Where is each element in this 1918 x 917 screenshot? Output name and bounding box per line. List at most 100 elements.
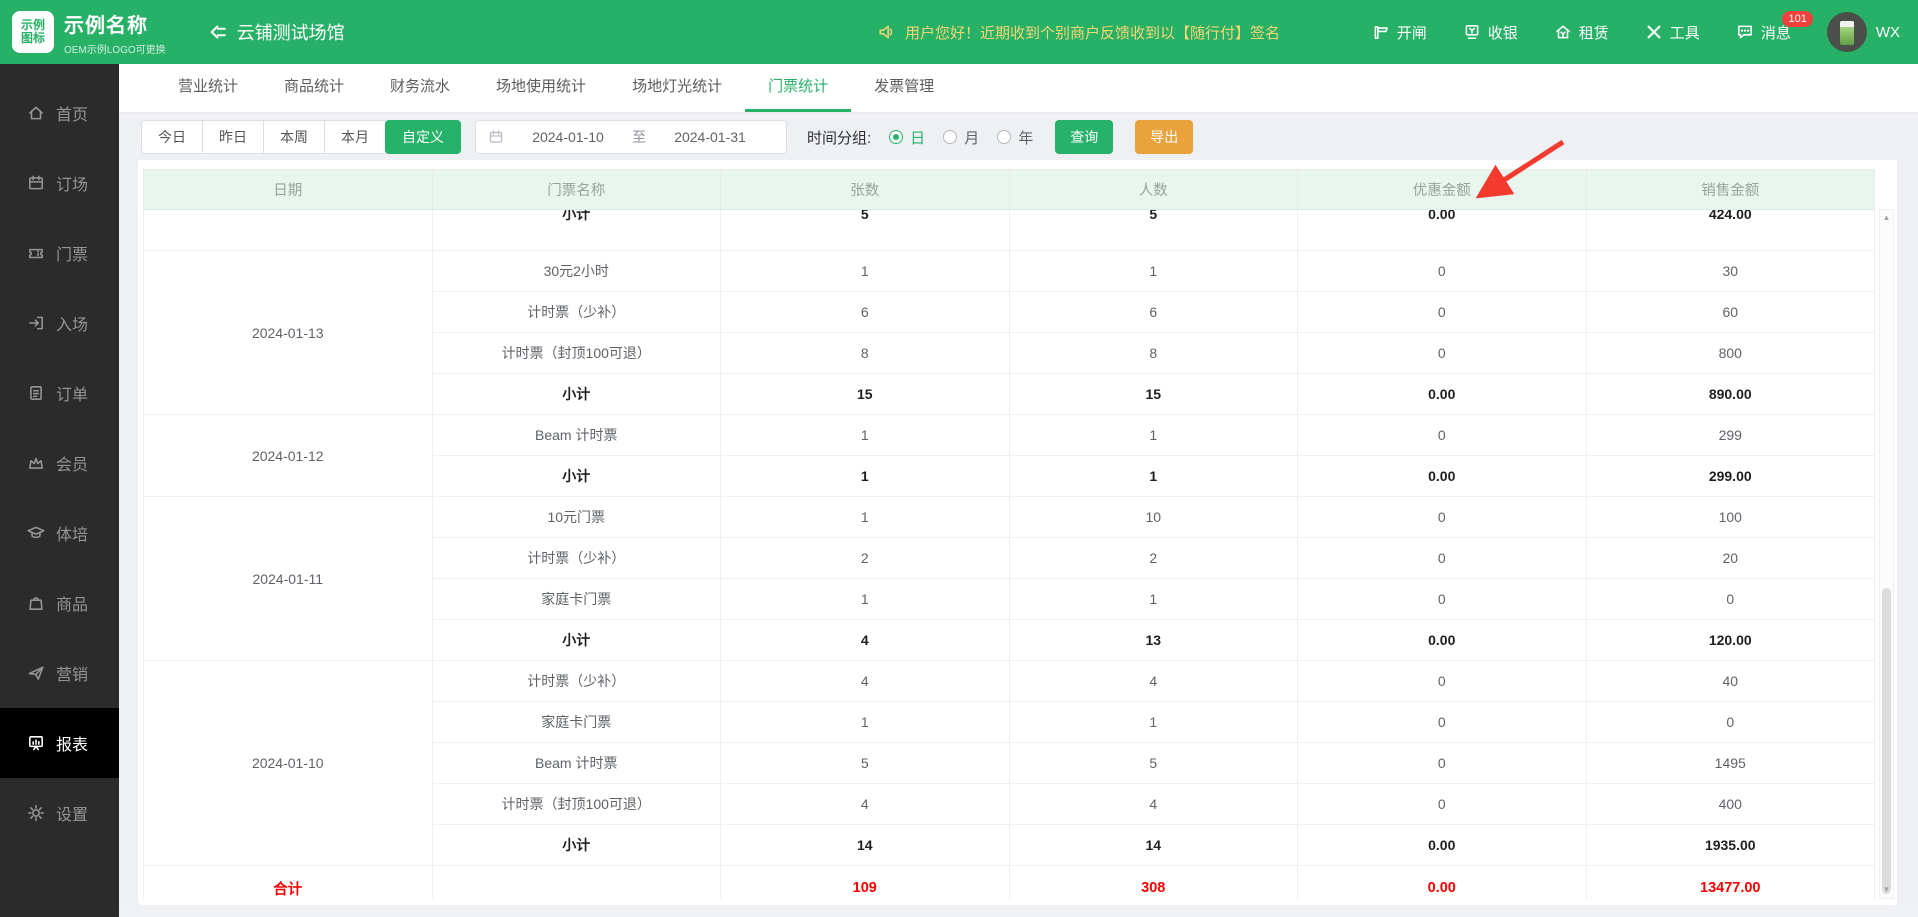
sidebar-item-label: 会员 — [56, 457, 89, 474]
cell-discount: 0 — [1297, 701, 1587, 743]
cell-discount: 0 — [1297, 783, 1587, 825]
order-icon — [27, 384, 45, 402]
column-header: 日期 — [143, 169, 433, 210]
menu-item-tools[interactable]: 工具 — [1645, 22, 1700, 43]
cell-count: 15 — [720, 373, 1010, 415]
radio-label: 月 — [964, 129, 980, 147]
message-icon — [1736, 23, 1754, 41]
table-row: 2024-01-13 30元2小时 1 1 0 30 — [143, 250, 1875, 415]
date-to-value[interactable]: 2024-01-31 — [646, 129, 774, 145]
menu-item-cashier[interactable]: 收银 — [1463, 22, 1518, 43]
sidebar-item-label: 入场 — [56, 317, 89, 334]
query-button[interactable]: 查询 — [1055, 120, 1114, 154]
cell-count: 1 — [720, 578, 1010, 620]
vertical-scrollbar[interactable]: ▲ ▼ — [1879, 209, 1894, 899]
cell-people: 5 — [1008, 209, 1298, 251]
cell-people: 15 — [1008, 373, 1298, 415]
quick-range-button[interactable]: 本月 — [324, 120, 386, 154]
report-tabs: 营业统计 商品统计 财务流水 场地使用统计 场地灯光统计 门票统计 发票管理 — [119, 64, 1918, 113]
tab-1[interactable]: 营业统计 — [155, 64, 261, 112]
radio-icon[interactable] — [997, 130, 1012, 144]
cell-discount: 0 — [1297, 660, 1587, 702]
sidebar-item-label: 体培 — [56, 527, 89, 544]
cell-sales: 424.00 — [1585, 209, 1875, 251]
sidebar-nav: 首页 订场门票入场订单会员体培商品营销报表 设置 — [0, 64, 119, 917]
tab-3[interactable]: 财务流水 — [367, 64, 473, 112]
cell-name: 计时票（封顶100可退） — [431, 783, 721, 825]
cell-name: 小计 — [431, 373, 721, 415]
tab-4[interactable]: 场地使用统计 — [473, 64, 609, 112]
date-from-value[interactable]: 2024-01-10 — [504, 129, 632, 145]
time-group-radio[interactable]: 日 — [889, 127, 925, 148]
sidebar-item-settings[interactable]: 设置 — [0, 778, 119, 848]
cell-sales: 1935.00 — [1585, 824, 1875, 866]
back-icon[interactable] — [208, 22, 228, 42]
cell-name: 计时票（少补） — [431, 537, 721, 579]
cell-total-label: 合计 — [143, 865, 433, 899]
member-icon — [27, 454, 45, 472]
top-header-bar: 示例 图标 示例名称 OEM示例LOGO可更换 云铺测试场馆 用户您好！近期收到… — [0, 0, 1918, 64]
table-row: 2024-01-12 Beam 计时票 1 1 0 299 — [143, 414, 1875, 497]
user-account[interactable]: WX — [1826, 12, 1900, 52]
sidebar-item-booking[interactable]: 订场 — [0, 148, 119, 218]
cell-name: 计时票（封顶100可退） — [431, 332, 721, 374]
cell-discount: 0.00 — [1297, 455, 1587, 497]
scrollbar-thumb[interactable] — [1882, 588, 1891, 894]
sidebar-item-training[interactable]: 体培 — [0, 498, 119, 568]
cell-people: 1 — [1008, 455, 1298, 497]
sidebar-item-label: 营销 — [56, 667, 89, 684]
sidebar-item-goods[interactable]: 商品 — [0, 568, 119, 638]
time-group-radio[interactable]: 月 — [943, 127, 979, 148]
horizontal-scrollbar-track[interactable] — [119, 905, 1918, 917]
logo-line2: 图标 — [20, 31, 45, 45]
top-menu: 开闸 收银 租赁 工具 消息 101 WX — [1372, 0, 1900, 64]
cell-people: 308 — [1008, 865, 1298, 899]
avatar[interactable] — [1826, 12, 1867, 52]
tab-2[interactable]: 商品统计 — [261, 64, 367, 112]
quick-range-button[interactable]: 今日 — [141, 120, 203, 154]
column-header: 门票名称 — [431, 169, 721, 210]
menu-item-label: 收银 — [1487, 24, 1518, 42]
cell-sales: 13477.00 — [1585, 865, 1875, 899]
tab-6[interactable]: 门票统计 — [745, 64, 852, 112]
sidebar-item-member[interactable]: 会员 — [0, 428, 119, 498]
cell-count: 5 — [720, 209, 1010, 251]
sidebar-item-ticket[interactable]: 门票 — [0, 218, 119, 288]
quick-range-button[interactable]: 本周 — [263, 120, 325, 154]
menu-item-gate[interactable]: 开闸 — [1372, 22, 1427, 43]
menu-item-rental[interactable]: 租赁 — [1554, 22, 1609, 43]
cell-people: 1 — [1008, 578, 1298, 620]
cell-people: 6 — [1008, 291, 1298, 333]
cell-discount: 0.00 — [1297, 824, 1587, 866]
quick-range-button[interactable]: 自定义 — [385, 120, 461, 154]
tab-5[interactable]: 场地灯光统计 — [609, 64, 745, 112]
scroll-down-icon[interactable]: ▼ — [1880, 883, 1893, 897]
radio-icon[interactable] — [889, 130, 904, 144]
time-group-radio[interactable]: 年 — [997, 127, 1033, 148]
sidebar-item-report[interactable]: 报表 — [0, 708, 119, 778]
sidebar-item-label: 门票 — [56, 247, 89, 264]
cell-sales: 0 — [1585, 701, 1875, 743]
speaker-icon — [878, 23, 896, 41]
cell-count: 1 — [720, 250, 1010, 292]
radio-icon[interactable] — [943, 130, 958, 144]
cell-name: Beam 计时票 — [431, 742, 721, 784]
menu-item-label: 开闸 — [1396, 24, 1427, 42]
quick-range-button[interactable]: 昨日 — [202, 120, 264, 154]
cell-date: 2024-01-10 — [143, 660, 433, 866]
scroll-up-icon[interactable]: ▲ — [1880, 211, 1893, 225]
cell-name: 家庭卡门票 — [431, 701, 721, 743]
export-button[interactable]: 导出 — [1135, 120, 1194, 154]
cell-people: 4 — [1008, 660, 1298, 702]
table-row: 2024-01-10 计时票（少补） 4 4 0 40 — [143, 660, 1875, 866]
sidebar-item-home[interactable]: 首页 — [0, 78, 119, 148]
sidebar-item-marketing[interactable]: 营销 — [0, 638, 119, 708]
sidebar-item-order[interactable]: 订单 — [0, 358, 119, 428]
cell-people: 2 — [1008, 537, 1298, 579]
date-range-picker[interactable]: 2024-01-10 至 2024-01-31 — [475, 120, 787, 154]
home-icon — [27, 104, 45, 122]
cell-people: 4 — [1008, 783, 1298, 825]
tab-7[interactable]: 发票管理 — [851, 64, 957, 112]
sidebar-item-entry[interactable]: 入场 — [0, 288, 119, 358]
menu-item-message[interactable]: 消息 101 — [1736, 10, 1813, 43]
